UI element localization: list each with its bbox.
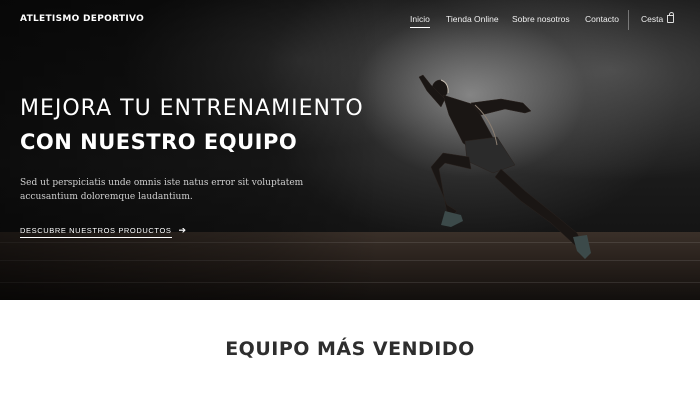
nav-item-sobre-nosotros[interactable]: Sobre nosotros xyxy=(512,14,570,24)
nav-divider xyxy=(628,10,629,30)
cta-label: DESCUBRE NUESTROS PRODUCTOS xyxy=(20,226,172,238)
arrow-right-icon: ➔ xyxy=(178,225,187,235)
shopping-bag-icon[interactable] xyxy=(667,12,674,23)
hero-headline-line1: MEJORA TU ENTRENAMIENTO xyxy=(20,96,364,121)
nav-item-inicio[interactable]: Inicio xyxy=(410,14,430,28)
hero-headline-line2: CON NUESTRO EQUIPO xyxy=(20,130,298,154)
nav-item-contacto[interactable]: Contacto xyxy=(585,14,619,24)
nav-item-tienda-online[interactable]: Tienda Online xyxy=(446,14,499,24)
hero-banner: ATLETISMO DEPORTIVO Inicio Tienda Online… xyxy=(0,0,700,300)
section-title: EQUIPO MÁS VENDIDO xyxy=(225,338,475,360)
cart-link[interactable]: Cesta xyxy=(641,14,663,24)
discover-products-button[interactable]: DESCUBRE NUESTROS PRODUCTOS ➔ xyxy=(20,225,187,238)
hero-description: Sed ut perspiciatis unde omnis iste natu… xyxy=(20,178,304,202)
main-nav: Inicio Tienda Online Sobre nosotros Cont… xyxy=(0,14,700,34)
sprinter-photo xyxy=(418,74,591,259)
